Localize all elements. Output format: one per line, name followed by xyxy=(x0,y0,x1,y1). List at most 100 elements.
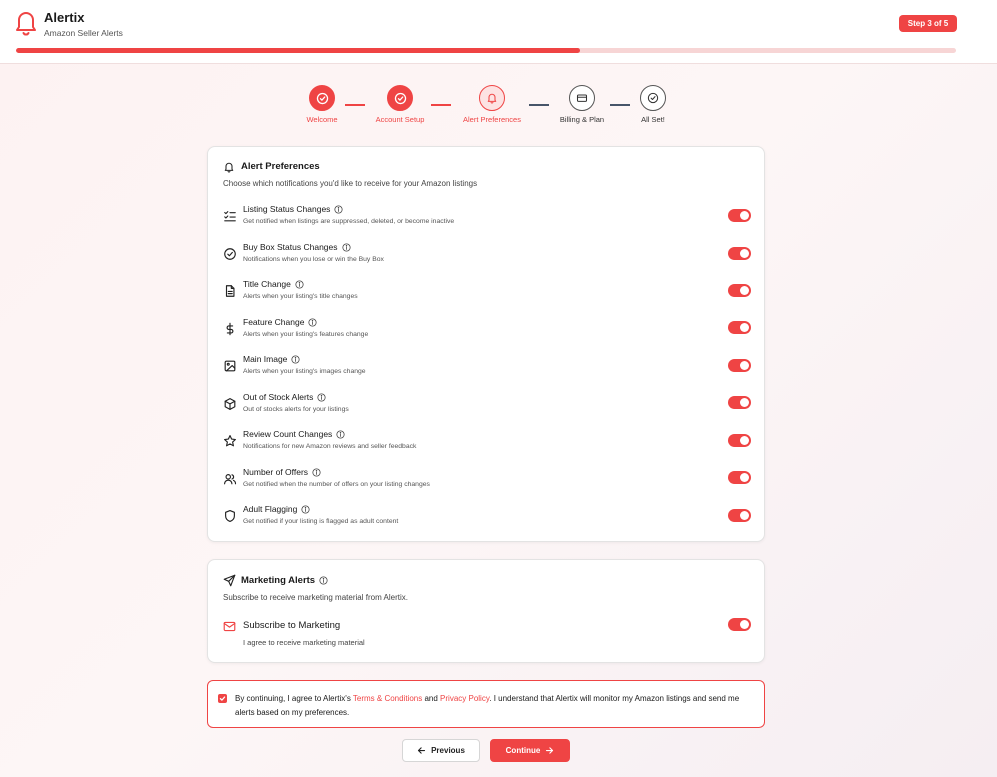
step-connector xyxy=(610,104,630,106)
check-icon xyxy=(219,696,226,701)
step-all-set[interactable] xyxy=(640,85,666,111)
privacy-link[interactable]: Privacy Policy xyxy=(440,694,489,703)
alert-desc-out-of-stock: Out of stocks alerts for your listings xyxy=(243,406,349,413)
info-icon[interactable] xyxy=(291,355,300,364)
info-icon[interactable] xyxy=(334,205,343,214)
check-circle-icon xyxy=(316,92,328,104)
info-icon[interactable] xyxy=(295,280,304,289)
alert-title-listing-status: Listing Status Changes xyxy=(243,204,343,214)
step-connector xyxy=(345,104,365,106)
step-label-account-setup: Account Setup xyxy=(375,115,425,124)
step-label-welcome: Welcome xyxy=(306,115,338,124)
alert-title-adult-flagging: Adult Flagging xyxy=(243,504,310,514)
alert-title-review-count: Review Count Changes xyxy=(243,429,345,439)
image-icon xyxy=(224,360,236,372)
arrow-right-icon xyxy=(546,747,554,754)
app-title: Alertix xyxy=(44,10,85,25)
toggle-subscribe-marketing[interactable] xyxy=(728,618,751,631)
check-circle-icon xyxy=(224,248,236,260)
alert-preferences-card: Alert Preferences Choose which notificat… xyxy=(207,146,765,542)
progress-fill xyxy=(16,48,580,53)
credit-card-icon xyxy=(576,94,588,102)
alert-desc-main-image: Alerts when your listing's images change xyxy=(243,368,366,375)
marketing-subtitle: Subscribe to receive marketing material … xyxy=(223,593,408,602)
toggle-knob xyxy=(740,249,749,258)
alert-desc-buy-box: Notifications when you lose or win the B… xyxy=(243,256,384,263)
toggle-knob xyxy=(740,398,749,407)
send-icon xyxy=(223,574,236,587)
mail-icon xyxy=(223,621,236,632)
check-circle-icon xyxy=(394,92,406,104)
consent-text: By continuing, I agree to Alertix's Term… xyxy=(235,692,755,720)
step-welcome[interactable] xyxy=(309,85,335,111)
toggle-knob xyxy=(740,620,749,629)
alert-desc-review-count: Notifications for new Amazon reviews and… xyxy=(243,443,417,450)
alert-title-out-of-stock: Out of Stock Alerts xyxy=(243,392,326,402)
alert-title-text: Buy Box Status Changes xyxy=(243,242,338,252)
bell-icon xyxy=(487,93,497,104)
toggle-knob xyxy=(740,436,749,445)
arrow-left-icon xyxy=(418,747,426,754)
toggle-knob xyxy=(740,473,749,482)
alert-title-text: Adult Flagging xyxy=(243,504,298,514)
toggle-knob xyxy=(740,361,749,370)
progress-bar xyxy=(16,48,956,53)
info-icon[interactable] xyxy=(301,505,310,514)
continue-button[interactable]: Continue xyxy=(490,739,570,762)
package-icon xyxy=(224,398,236,410)
step-billing-plan[interactable] xyxy=(569,85,595,111)
toggle-listing-status[interactable] xyxy=(728,209,751,222)
info-icon[interactable] xyxy=(341,243,351,252)
subscribe-marketing-desc: I agree to receive marketing material xyxy=(243,638,365,647)
alert-title-text: Number of Offers xyxy=(243,467,309,477)
app-header: Alertix Amazon Seller Alerts Step 3 of 5 xyxy=(0,0,997,64)
previous-button[interactable]: Previous xyxy=(402,739,480,762)
alert-title-text: Feature Change xyxy=(243,317,305,327)
alert-title-text: Listing Status Changes xyxy=(243,204,331,214)
bell-logo-icon xyxy=(16,12,36,36)
step-label-all-set: All Set! xyxy=(641,115,665,124)
shield-icon xyxy=(225,510,235,522)
toggle-feature-change[interactable] xyxy=(728,321,751,334)
alert-title-number-of-offers: Number of Offers xyxy=(243,467,321,477)
app-subtitle: Amazon Seller Alerts xyxy=(44,28,123,38)
card-title: Alert Preferences xyxy=(241,161,320,172)
toggle-review-count[interactable] xyxy=(728,434,751,447)
info-icon[interactable] xyxy=(312,468,321,477)
consent-text-part: By continuing, I agree to Alertix's xyxy=(235,694,353,703)
info-icon[interactable] xyxy=(308,318,317,327)
onboarding-stepper: Welcome Account Setup Alert Preferences … xyxy=(0,84,997,128)
consent-text-part: and xyxy=(422,694,441,703)
alert-title-feature-change: Feature Change xyxy=(243,317,317,327)
toggle-number-of-offers[interactable] xyxy=(728,471,751,484)
alert-title-main-image: Main Image xyxy=(243,354,300,364)
toggle-buy-box[interactable] xyxy=(728,247,751,260)
consent-checkbox[interactable] xyxy=(218,694,227,703)
card-subtitle: Choose which notifications you'd like to… xyxy=(223,179,478,188)
document-icon xyxy=(225,285,235,297)
alert-desc-listing-status: Get notified when listings are suppresse… xyxy=(243,218,455,225)
alert-desc-feature-change: Alerts when your listing's features chan… xyxy=(243,331,369,338)
info-icon[interactable] xyxy=(317,393,326,402)
alert-title-text: Out of Stock Alerts xyxy=(243,392,314,402)
marketing-alerts-card: Marketing Alerts Subscribe to receive ma… xyxy=(207,559,765,663)
alert-desc-number-of-offers: Get notified when the number of offers o… xyxy=(243,481,430,488)
dollar-icon xyxy=(226,322,234,336)
list-check-icon xyxy=(224,211,236,222)
step-connector xyxy=(431,104,451,106)
toggle-knob xyxy=(740,286,749,295)
toggle-adult-flagging[interactable] xyxy=(728,509,751,522)
step-alert-preferences[interactable] xyxy=(479,85,505,111)
toggle-out-of-stock[interactable] xyxy=(728,396,751,409)
alert-desc-adult-flagging: Get notified if your listing is flagged … xyxy=(243,518,399,525)
step-connector xyxy=(529,104,549,106)
toggle-main-image[interactable] xyxy=(728,359,751,372)
star-icon xyxy=(224,435,236,447)
marketing-title: Marketing Alerts xyxy=(241,575,328,586)
users-icon xyxy=(224,474,237,485)
step-account-setup[interactable] xyxy=(387,85,413,111)
info-icon[interactable] xyxy=(319,576,328,585)
toggle-title-change[interactable] xyxy=(728,284,751,297)
info-icon[interactable] xyxy=(336,430,345,439)
terms-link[interactable]: Terms & Conditions xyxy=(353,694,422,703)
